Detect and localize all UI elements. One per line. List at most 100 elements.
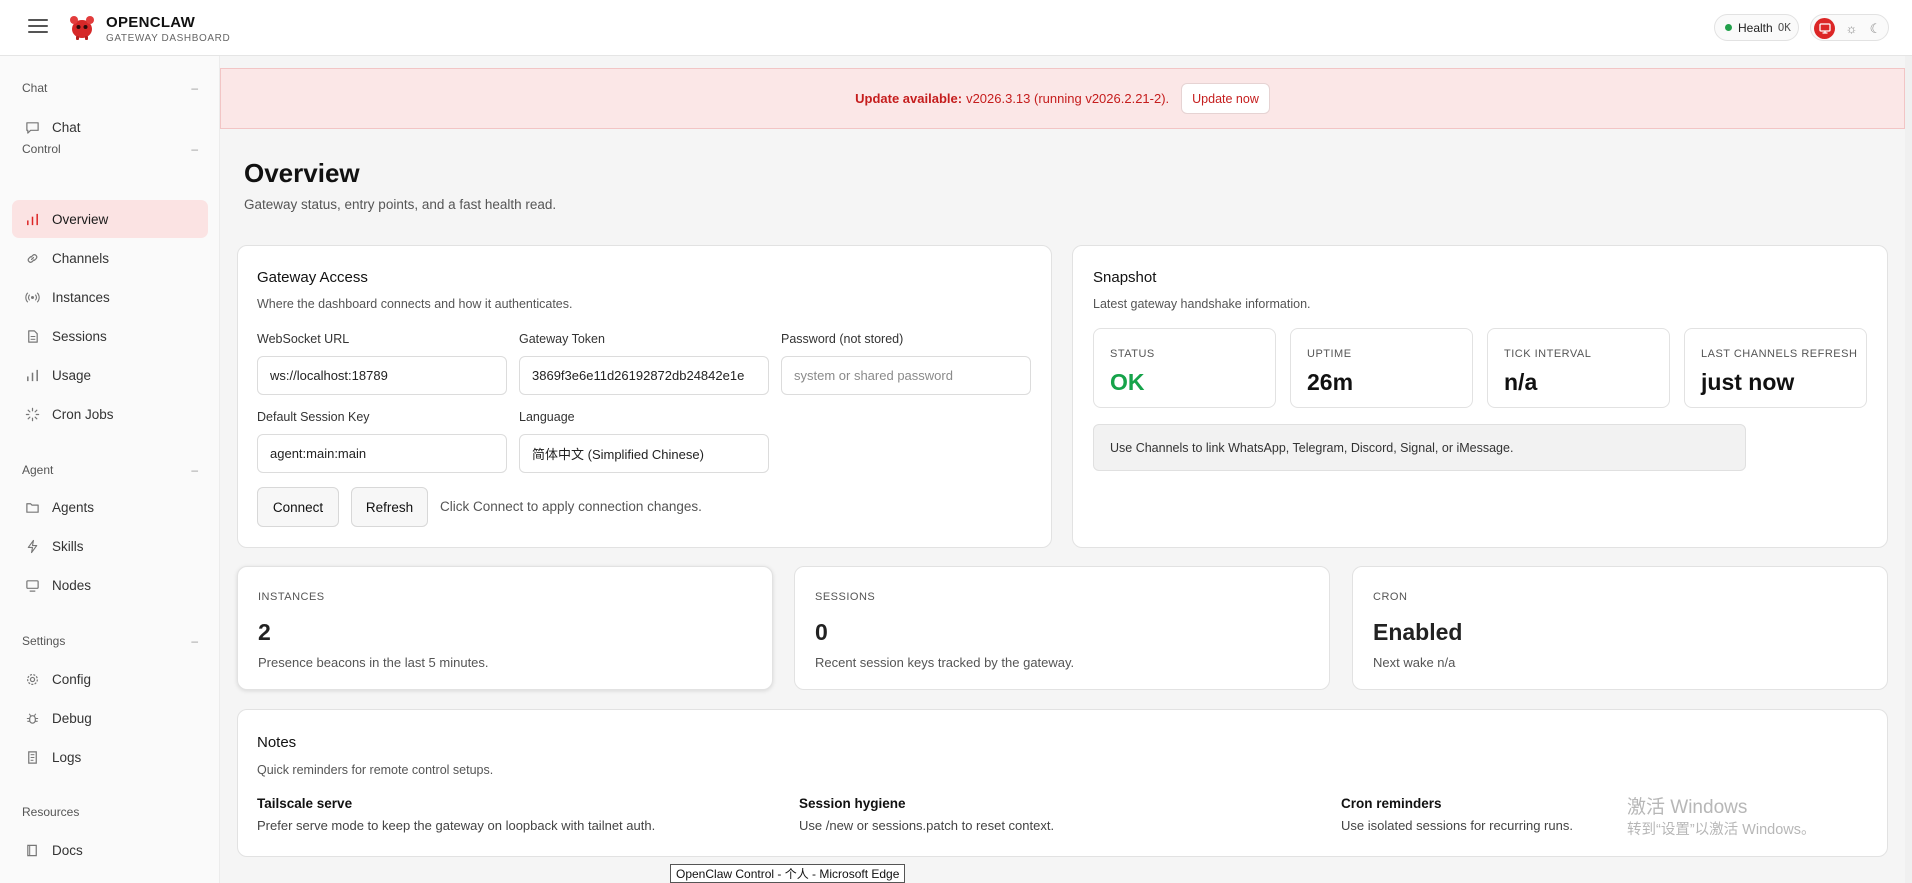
connect-hint: Click Connect to apply connection change… (440, 499, 702, 514)
monitor-icon[interactable] (1814, 18, 1835, 39)
activation-watermark-title: 激活 Windows (1627, 797, 1748, 818)
refresh-button[interactable]: Refresh (351, 487, 428, 527)
activation-watermark-text: 转到“设置”以激活 Windows。 (1627, 822, 1816, 838)
top-bar: OPENCLAW GATEWAY DASHBOARD Health OK ☼ ☾ (0, 0, 1912, 56)
sidebar-item-cron-jobs[interactable]: Cron Jobs (12, 395, 208, 433)
status-dot-icon (1725, 24, 1732, 31)
theme-switcher: ☼ ☾ (1810, 14, 1889, 41)
section-title: Settings (22, 634, 66, 648)
sidebar-item-instances[interactable]: Instances (12, 278, 208, 316)
gateway-token-input[interactable] (519, 356, 769, 395)
sidebar-item-nodes[interactable]: Nodes (12, 566, 208, 604)
metric-value: 2 (258, 619, 271, 645)
radio-icon (24, 289, 40, 305)
health-label: Health (1738, 20, 1773, 35)
sidebar-section-resources[interactable]: Resources (22, 805, 198, 819)
stat-label: STATUS (1110, 348, 1155, 360)
update-message: Update available: v2026.3.13 (running v20… (855, 91, 1169, 106)
instances-card[interactable]: INSTANCES 2 Presence beacons in the last… (237, 566, 773, 690)
file-icon (24, 328, 40, 344)
sidebar-item-chat[interactable]: Chat (12, 108, 208, 146)
section-title: Control (22, 142, 61, 156)
language-label: Language (519, 410, 575, 424)
sidebar-item-label: Nodes (52, 577, 92, 593)
sidebar-item-usage[interactable]: Usage (12, 356, 208, 394)
collapse-icon[interactable]: – (191, 634, 198, 648)
note-text: Use /new or sessions.patch to reset cont… (799, 818, 1055, 833)
websocket-url-label: WebSocket URL (257, 332, 350, 346)
language-select[interactable]: 简体中文 (Simplified Chinese) (519, 434, 769, 473)
default-session-key-input[interactable] (257, 434, 507, 473)
stat-last-channels-refresh: LAST CHANNELS REFRESH just now (1684, 328, 1867, 408)
sidebar-section-settings[interactable]: Settings – (22, 634, 198, 648)
connect-button[interactable]: Connect (257, 487, 339, 527)
sidebar-item-docs[interactable]: Docs (12, 831, 208, 869)
sidebar-item-config[interactable]: Config (12, 660, 208, 698)
menu-icon[interactable] (28, 19, 48, 35)
metric-description: Presence beacons in the last 5 minutes. (258, 655, 489, 670)
sidebar-section-chat[interactable]: Chat – (22, 81, 198, 95)
update-now-button[interactable]: Update now (1181, 83, 1270, 114)
sidebar-item-label: Agents (52, 499, 95, 515)
health-value: OK (1777, 21, 1791, 34)
moon-icon[interactable]: ☾ (1865, 18, 1886, 39)
sidebar-item-label: Config (52, 671, 92, 687)
sun-icon[interactable]: ☼ (1841, 18, 1862, 39)
sidebar-item-label: Overview (52, 211, 109, 227)
cron-card[interactable]: CRON Enabled Next wake n/a (1352, 566, 1888, 690)
book-icon (24, 842, 40, 858)
page-title: Overview (244, 158, 360, 188)
gear-icon (24, 671, 40, 687)
sidebar-item-debug[interactable]: Debug (12, 699, 208, 737)
note-title: Session hygiene (799, 796, 906, 811)
update-label: Update available: (855, 91, 963, 106)
page-subtitle: Gateway status, entry points, and a fast… (244, 197, 557, 212)
channels-tip: Use Channels to link WhatsApp, Telegram,… (1093, 424, 1746, 471)
card-title: Snapshot (1093, 269, 1157, 286)
collapse-icon[interactable]: – (191, 463, 198, 477)
sessions-card[interactable]: SESSIONS 0 Recent session keys tracked b… (794, 566, 1330, 690)
sidebar-item-overview[interactable]: Overview (12, 200, 208, 238)
sidebar-item-label: Chat (52, 119, 81, 135)
bar-chart-icon (24, 367, 40, 383)
metric-label: CRON (1373, 591, 1408, 603)
openclaw-logo (70, 16, 94, 40)
password-input[interactable] (781, 356, 1031, 395)
section-title: Chat (22, 81, 48, 95)
taskbar-tooltip: OpenClaw Control - 个人 - Microsoft Edge (670, 864, 906, 883)
sidebar-item-skills[interactable]: Skills (12, 527, 208, 565)
gateway-access-card: Gateway Access Where the dashboard conne… (237, 245, 1052, 548)
sidebar-item-agents[interactable]: Agents (12, 488, 208, 526)
metric-label: INSTANCES (258, 591, 325, 603)
sidebar-item-logs[interactable]: Logs (12, 738, 208, 776)
sidebar-item-channels[interactable]: Channels (12, 239, 208, 277)
stat-value: just now (1701, 369, 1795, 395)
stat-label: UPTIME (1307, 348, 1352, 360)
monitor-icon (24, 577, 40, 593)
collapse-icon[interactable]: – (191, 81, 198, 95)
sidebar-item-label: Debug (52, 710, 92, 726)
bug-icon (24, 710, 40, 726)
brand-title: OPENCLAW (106, 14, 196, 31)
websocket-url-input[interactable] (257, 356, 507, 395)
brand-subtitle: GATEWAY DASHBOARD (106, 33, 231, 44)
section-title: Resources (22, 805, 80, 819)
link-icon (24, 250, 40, 266)
stat-tick-interval: TICK INTERVAL n/a (1487, 328, 1670, 408)
card-title: Notes (257, 734, 297, 751)
loader-icon (24, 406, 40, 422)
stat-value: n/a (1504, 369, 1538, 395)
note-text: Use isolated sessions for recurring runs… (1341, 818, 1573, 833)
metric-description: Next wake n/a (1373, 655, 1456, 670)
scrollbar[interactable] (1905, 56, 1912, 883)
health-indicator[interactable]: Health OK (1714, 14, 1799, 41)
scroll-icon (24, 749, 40, 765)
sidebar-section-agent[interactable]: Agent – (22, 463, 198, 477)
password-label: Password (not stored) (781, 332, 904, 346)
sidebar-section-control[interactable]: Control – (22, 142, 198, 156)
sidebar-item-sessions[interactable]: Sessions (12, 317, 208, 355)
sidebar-item-label: Usage (52, 367, 92, 383)
metric-value: Enabled (1373, 619, 1463, 645)
sidebar-item-label: Instances (52, 289, 110, 305)
collapse-icon[interactable]: – (191, 142, 198, 156)
